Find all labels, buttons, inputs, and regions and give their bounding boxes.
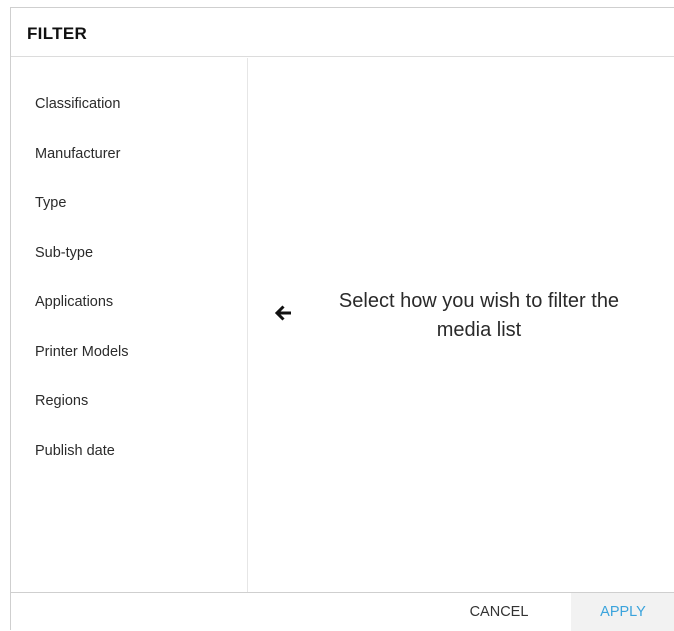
- apply-button[interactable]: APPLY: [571, 593, 674, 631]
- filter-category-list: Classification Manufacturer Type Sub-typ…: [11, 95, 247, 491]
- sidebar-item-applications[interactable]: Applications: [11, 293, 247, 343]
- empty-state-hint: Select how you wish to filter the media …: [338, 290, 620, 341]
- dialog-title: FILTER: [27, 24, 88, 43]
- dialog-footer: CANCEL APPLY: [11, 592, 674, 631]
- dialog-header: FILTER: [11, 8, 674, 57]
- sidebar-item-classification[interactable]: Classification: [11, 95, 247, 145]
- sidebar-item-publish-date[interactable]: Publish date: [11, 442, 247, 492]
- arrow-left-icon: [275, 305, 291, 321]
- sidebar-item-sub-type[interactable]: Sub-type: [11, 244, 247, 294]
- sidebar-item-regions[interactable]: Regions: [11, 392, 247, 442]
- sidebar-item-manufacturer[interactable]: Manufacturer: [11, 145, 247, 195]
- filter-category-sidebar: Classification Manufacturer Type Sub-typ…: [11, 58, 248, 592]
- filter-content-panel: Select how you wish to filter the media …: [249, 58, 674, 592]
- sidebar-item-type[interactable]: Type: [11, 194, 247, 244]
- cancel-button[interactable]: CANCEL: [451, 593, 547, 631]
- sidebar-item-printer-models[interactable]: Printer Models: [11, 343, 247, 393]
- filter-dialog: FILTER Classification Manufacturer Type …: [10, 7, 674, 631]
